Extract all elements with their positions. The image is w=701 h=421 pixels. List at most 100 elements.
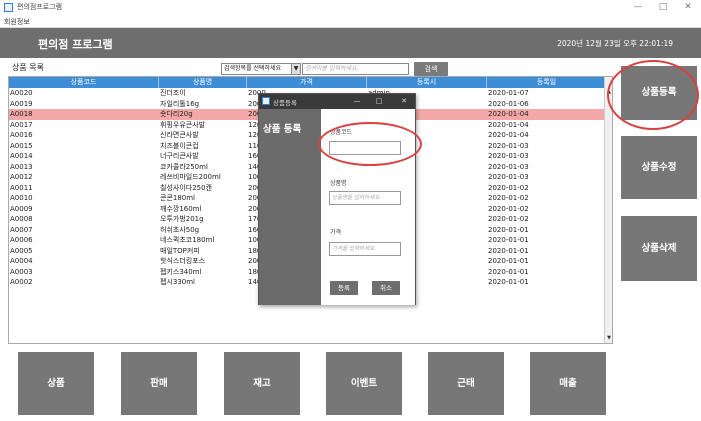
column-header-registrant[interactable]: 등록시	[367, 77, 487, 88]
window-title: 편의점프로그램	[17, 3, 63, 11]
dialog-maximize-button[interactable]: □	[373, 96, 385, 106]
app-header: 편의점 프로그램 2020년 12월 23일 오후 22:01:19	[0, 28, 701, 58]
cell-name: 허쉬초사50g	[160, 225, 200, 234]
column-header-name[interactable]: 상품명	[159, 77, 247, 88]
search-button[interactable]: 검색	[414, 62, 448, 76]
search-input[interactable]: 검색어를 입력하세요.	[302, 63, 409, 75]
dialog-side-panel: 상품 등록	[259, 109, 321, 305]
cell-date: 2020-01-01	[488, 278, 529, 286]
search-category-value: 검색항목를 선택하세요	[224, 65, 282, 72]
cell-date: 2020-01-03	[488, 141, 529, 150]
chevron-down-icon[interactable]: ▼	[291, 64, 300, 74]
table-header: 상품코드 상품명 가격 등록시 등록일	[9, 77, 606, 88]
cell-code: A0010	[10, 194, 33, 202]
dialog-cancel-button[interactable]: 취소	[372, 281, 400, 295]
cell-code: A0009	[10, 204, 33, 213]
cell-name: 매일TOP커피	[160, 246, 200, 255]
product-code-label: 상품코드	[330, 129, 353, 136]
cell-code: A0008	[10, 215, 33, 223]
cell-date: 2020-01-02	[488, 204, 529, 213]
nav-revenue-button[interactable]: 매출	[530, 352, 606, 415]
price-label: 가격	[330, 229, 342, 236]
close-button[interactable]: ✕	[680, 1, 696, 13]
add-product-dialog: 상품등록 — □ ✕ 상품 등록 상품코드 상품명 상품명을 입력하세요. 가격…	[258, 93, 416, 305]
cell-name: 휘핑우유큰사발	[160, 120, 206, 129]
minimize-button[interactable]: —	[630, 1, 646, 13]
app-title: 편의점 프로그램	[38, 38, 113, 51]
cell-code: A0004	[10, 257, 33, 265]
cell-name: 신라면큰사발	[160, 131, 199, 139]
cell-code: A0017	[10, 120, 33, 129]
add-product-button[interactable]: 상품등록	[621, 66, 697, 120]
cell-date: 2020-01-07	[488, 89, 529, 97]
cell-name: 자일리톨16g	[160, 99, 200, 108]
scroll-down-icon[interactable]: ▼	[605, 334, 612, 343]
delete-product-button[interactable]: 상품삭제	[621, 216, 697, 281]
cell-name: 레쓰비마일드200ml	[160, 173, 221, 181]
price-input[interactable]: 가격을 입력하세요.	[329, 242, 401, 256]
cell-name: 숏다리20g	[160, 110, 193, 118]
cell-date: 2020-01-03	[488, 152, 529, 160]
cell-date: 2020-01-04	[488, 131, 529, 139]
cell-date: 2020-01-01	[488, 225, 529, 234]
cell-code: A0012	[10, 173, 33, 181]
search-category-select[interactable]: 검색항목를 선택하세요 ▼	[221, 63, 301, 75]
menu-bar: 회원정보	[0, 15, 701, 28]
cell-code: A0007	[10, 225, 33, 234]
table-scrollbar[interactable]: ▲ ▼	[604, 77, 612, 343]
edit-product-button[interactable]: 상품수정	[621, 136, 697, 199]
cell-name: 코카콜라250ml	[160, 162, 208, 171]
cell-code: A0006	[10, 236, 33, 244]
window-titlebar: 편의점프로그램 — □ ✕	[0, 0, 701, 15]
cell-code: A0013	[10, 162, 33, 171]
column-header-code[interactable]: 상품코드	[9, 77, 159, 88]
scroll-up-icon[interactable]: ▲	[605, 88, 612, 97]
cell-name: 치즈볼이큰컵	[160, 141, 199, 150]
cell-date: 2020-01-03	[488, 162, 529, 171]
cell-name: 핫식스더킹포스	[160, 257, 206, 265]
cell-code: A0005	[10, 246, 33, 255]
maximize-button[interactable]: □	[655, 1, 671, 13]
dialog-window-title: 상품등록	[273, 99, 297, 107]
cell-date: 2020-01-01	[488, 257, 529, 265]
cell-code: A0002	[10, 278, 33, 286]
column-header-price[interactable]: 가격	[247, 77, 367, 88]
nav-inventory-button[interactable]: 재고	[224, 352, 300, 415]
current-datetime: 2020년 12월 23일 오후 22:01:19	[557, 39, 673, 48]
app-icon	[4, 3, 13, 12]
cell-code: A0015	[10, 141, 33, 150]
cell-code: A0018	[10, 110, 33, 118]
cell-date: 2020-01-01	[488, 267, 529, 276]
cell-code: A0016	[10, 131, 33, 139]
cell-code: A0020	[10, 89, 33, 97]
cell-name: 너구리큰사발	[160, 152, 199, 160]
cell-date: 2020-01-01	[488, 236, 529, 244]
cell-date: 2020-01-04	[488, 110, 529, 118]
nav-attendance-button[interactable]: 근태	[428, 352, 504, 415]
product-name-label: 상품명	[330, 180, 347, 187]
cell-code: A0011	[10, 183, 33, 192]
nav-event-button[interactable]: 이벤트	[326, 352, 402, 415]
cell-name: 진더조이	[160, 89, 186, 97]
nav-sales-button[interactable]: 판매	[121, 352, 197, 415]
cell-date: 2020-01-04	[488, 120, 529, 129]
cell-code: A0003	[10, 267, 33, 276]
product-code-input[interactable]	[329, 141, 401, 155]
product-name-input[interactable]: 상품명을 입력하세요.	[329, 191, 401, 205]
nav-product-button[interactable]: 상품	[18, 352, 94, 415]
dialog-close-button[interactable]: ✕	[398, 96, 410, 106]
cell-name: 콘콘180ml	[160, 194, 196, 202]
menu-member-info[interactable]: 회원정보	[4, 17, 30, 27]
dialog-submit-button[interactable]: 등록	[330, 281, 358, 295]
cell-date: 2020-01-02	[488, 215, 529, 223]
cell-name: 칠성사이다250캔	[160, 183, 213, 192]
column-header-date[interactable]: 등록일	[487, 77, 606, 88]
cell-name: 펩시330ml	[160, 278, 196, 286]
cell-name: 깨수깡160ml	[160, 204, 202, 213]
dialog-app-icon	[262, 97, 270, 105]
cell-date: 2020-01-02	[488, 183, 529, 192]
dialog-heading: 상품 등록	[263, 124, 302, 135]
dialog-titlebar: 상품등록 — □ ✕	[259, 94, 415, 109]
dialog-minimize-button[interactable]: —	[351, 96, 363, 106]
cell-date: 2020-01-02	[488, 194, 529, 202]
